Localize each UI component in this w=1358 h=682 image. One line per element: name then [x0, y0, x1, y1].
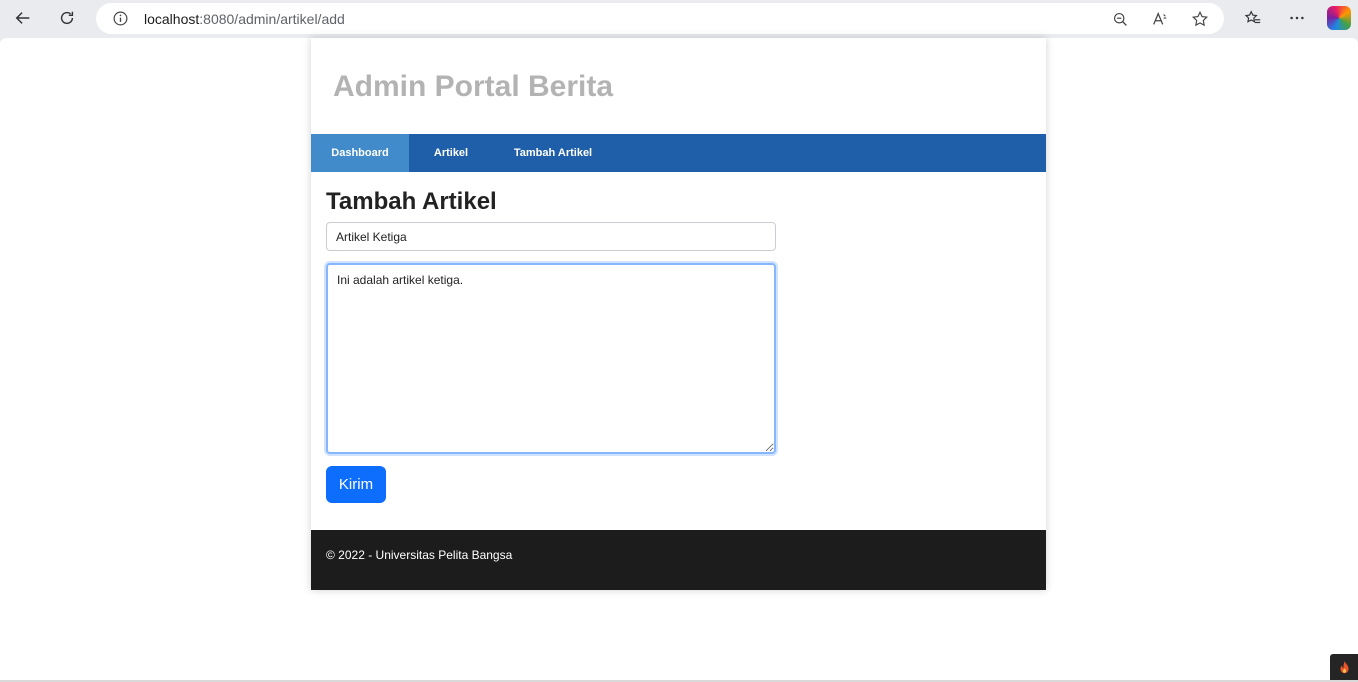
favorites-icon[interactable] — [1238, 4, 1268, 32]
url-text[interactable]: localhost:8080/admin/artikel/add — [144, 11, 345, 27]
copilot-icon[interactable] — [1327, 6, 1351, 30]
browser-toolbar: localhost:8080/admin/artikel/add — [0, 0, 1358, 38]
read-aloud-icon[interactable] — [1150, 9, 1170, 29]
refresh-icon[interactable] — [52, 4, 82, 32]
site-title: Admin Portal Berita — [333, 70, 614, 103]
debug-toolbar-flame-icon[interactable] — [1330, 654, 1358, 680]
kirim-button[interactable]: Kirim — [326, 466, 386, 503]
nav-item-artikel[interactable]: Artikel — [423, 134, 479, 172]
info-icon[interactable] — [112, 10, 129, 27]
favorite-star-icon[interactable] — [1190, 9, 1210, 29]
page-container: Admin Portal Berita Dashboard Artikel Ta… — [311, 38, 1046, 590]
zoom-out-icon[interactable] — [1110, 9, 1130, 29]
site-footer: © 2022 - Universitas Pelita Bangsa — [311, 530, 1046, 590]
nav-item-tambah-artikel[interactable]: Tambah Artikel — [507, 134, 599, 172]
judul-input[interactable] — [326, 222, 776, 251]
back-icon[interactable] — [8, 4, 38, 32]
page-viewport: Admin Portal Berita Dashboard Artikel Ta… — [0, 38, 1358, 680]
site-header: Admin Portal Berita — [311, 38, 1046, 134]
main-nav: Dashboard Artikel Tambah Artikel — [311, 134, 1046, 172]
isi-textarea[interactable]: Ini adalah artikel ketiga. — [326, 263, 776, 454]
address-bar[interactable]: localhost:8080/admin/artikel/add — [96, 3, 1224, 34]
page-title: Tambah Artikel — [326, 188, 497, 215]
more-icon[interactable] — [1282, 4, 1312, 32]
nav-item-dashboard[interactable]: Dashboard — [311, 134, 409, 172]
footer-text: © 2022 - Universitas Pelita Bangsa — [326, 548, 513, 562]
